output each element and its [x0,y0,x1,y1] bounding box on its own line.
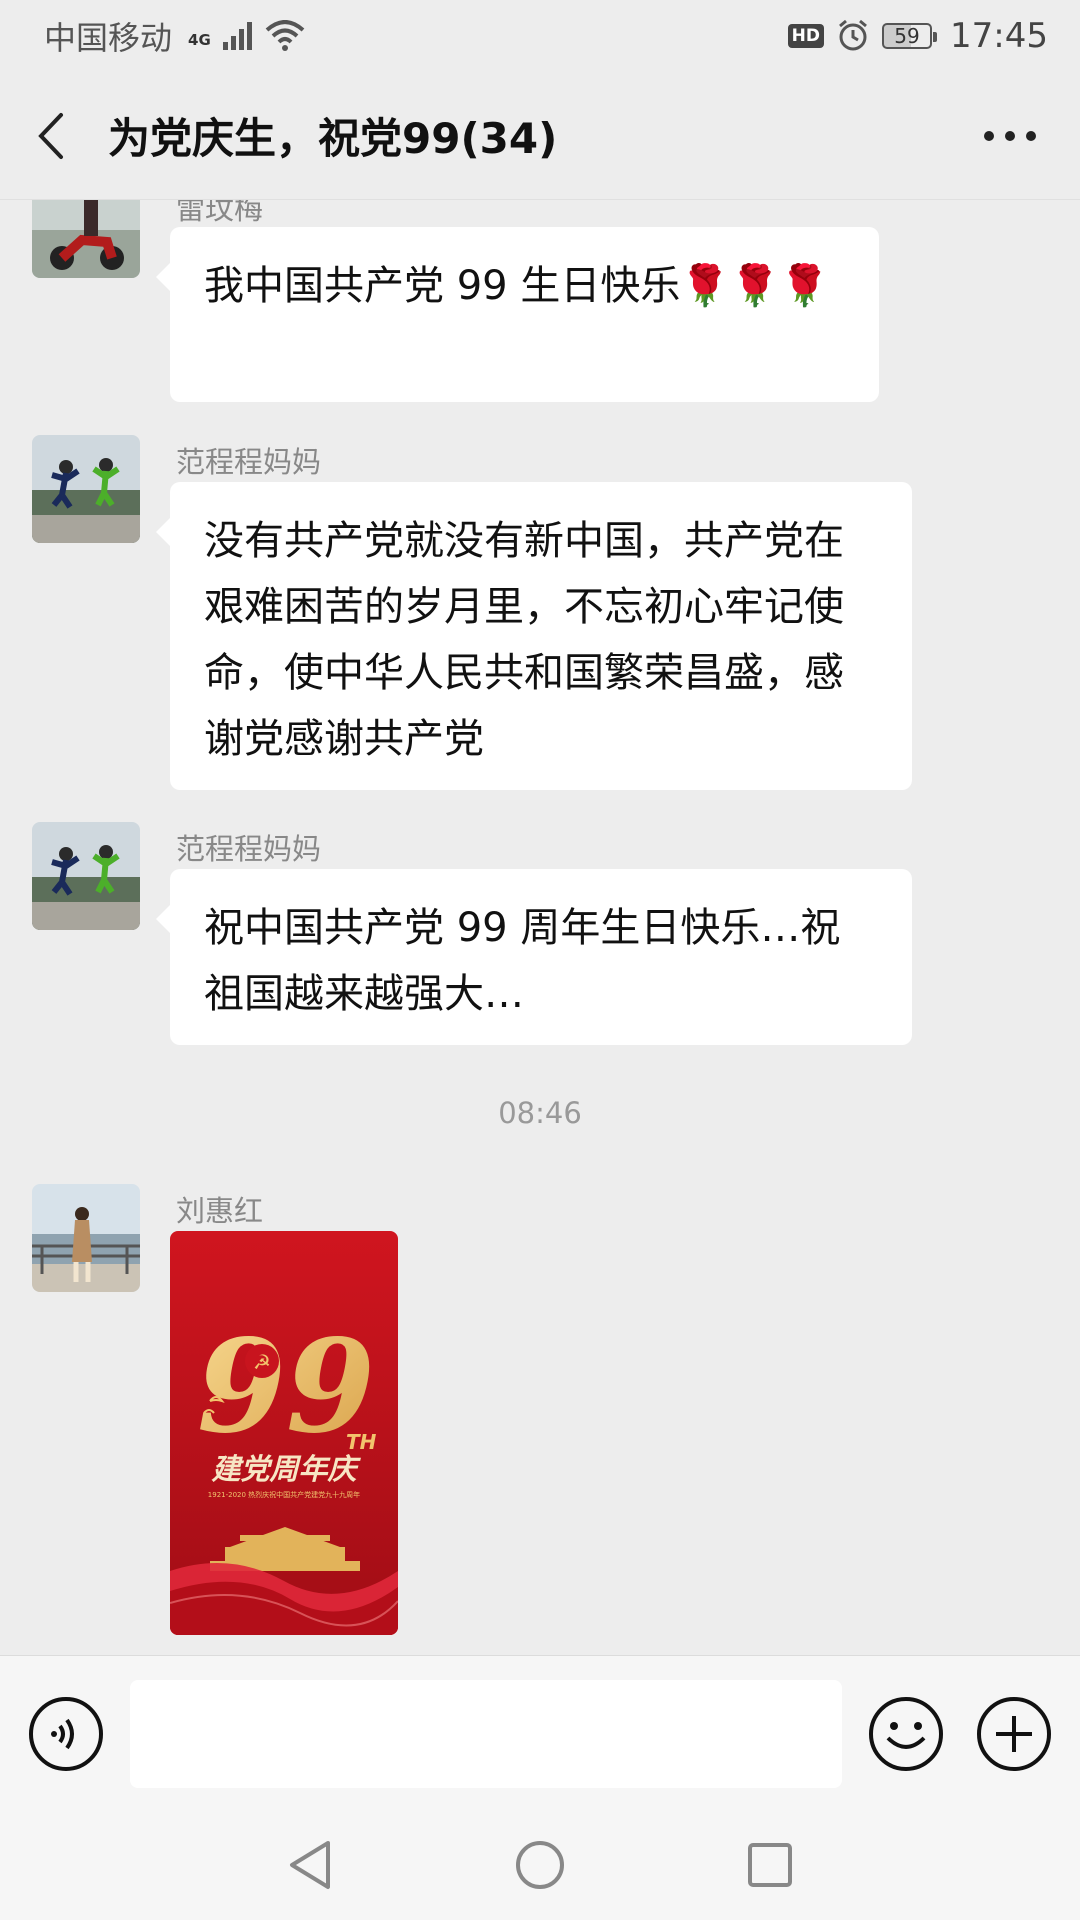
smiley-icon [869,1697,943,1771]
square-recents-icon [748,1843,792,1887]
more-dots-icon [984,130,1036,141]
avatar[interactable] [32,1184,140,1292]
poster-suffix: TH [346,1430,377,1454]
nav-home-button[interactable] [510,1835,570,1895]
nav-back-button[interactable] [280,1835,340,1895]
avatar-photo [32,1184,140,1292]
avatar[interactable] [32,200,140,278]
circle-home-icon [516,1841,564,1889]
message-text: 没有共产党就没有新中国，共产党在艰难困苦的岁月里，不忘初心牢记使命，使中华人民共… [204,518,844,762]
sender-name: 雷玟梅 [176,200,264,226]
voice-input-button[interactable] [28,1696,104,1772]
system-nav-bar [0,1810,1080,1920]
triangle-back-icon [290,1841,330,1889]
chevron-left-icon [38,112,63,159]
status-left: 中国移动 4G [44,13,305,59]
hd-badge: HD [787,24,825,48]
avatar[interactable] [32,435,140,543]
clock-time: 17:45 [950,16,1048,56]
message-timestamp: 08:46 [498,1096,582,1130]
poster-subline: 1921-2020 热烈庆祝中国共产党建党九十九周年 [208,1490,360,1499]
voice-icon [29,1697,103,1771]
message-text: 我中国共产党 99 生日快乐🌹🌹🌹 [204,263,830,309]
message-bubble[interactable]: 祝中国共产党 99 周年生日快乐…祝祖国越来越强大… [156,869,912,1045]
wifi-icon [265,20,305,51]
message-text: 祝中国共产党 99 周年生日快乐…祝祖国越来越强大… [204,905,841,1017]
message-bubble[interactable]: 没有共产党就没有新中国，共产党在艰难困苦的岁月里，不忘初心牢记使命，使中华人民共… [156,482,912,790]
emoji-button[interactable] [868,1696,944,1772]
more-button[interactable] [980,116,1040,156]
status-right: HD 59 17:45 [787,16,1048,56]
message-bubble[interactable]: 我中国共产党 99 生日快乐🌹🌹🌹 [156,227,879,402]
network-type: 4G [188,31,211,49]
status-bar: 中国移动 4G HD 59 17:45 [0,0,1080,72]
emblem-icon: ☭ [253,1350,271,1374]
avatar-photo [32,200,140,278]
sender-name: 范程程妈妈 [176,445,322,479]
message-input[interactable] [130,1680,842,1788]
input-bar [0,1655,1080,1810]
avatar-photo [32,822,140,930]
plus-icon [977,1697,1051,1771]
chat-area[interactable]: 雷玟梅 我中国共产党 99 生日快乐🌹🌹🌹 范程程妈妈 没有共产党就没有新中国，… [0,200,1080,1655]
more-functions-button[interactable] [976,1696,1052,1772]
sender-name: 刘惠红 [176,1194,264,1228]
nav-recents-button[interactable] [740,1835,800,1895]
sender-name: 范程程妈妈 [176,832,322,866]
image-message[interactable]: 99 ☭ TH 建党周年庆 1921-2020 热烈庆祝中国共产党建党九十九周年 [170,1231,398,1635]
battery-level: 59 [894,24,920,48]
carrier-name: 中国移动 [44,19,173,57]
signal-icon [222,22,252,50]
title-bar: 为党庆生，祝党99(34) [0,72,1080,200]
back-button[interactable] [36,106,76,166]
chat-title: 为党庆生，祝党99(34) [108,114,558,163]
alarm-icon [839,19,867,51]
battery-indicator: 59 [882,23,938,49]
avatar-photo [32,435,140,543]
avatar[interactable] [32,822,140,930]
poster-headline: 建党周年庆 [210,1452,361,1486]
poster-image: 99 ☭ TH 建党周年庆 1921-2020 热烈庆祝中国共产党建党九十九周年 [170,1231,398,1635]
